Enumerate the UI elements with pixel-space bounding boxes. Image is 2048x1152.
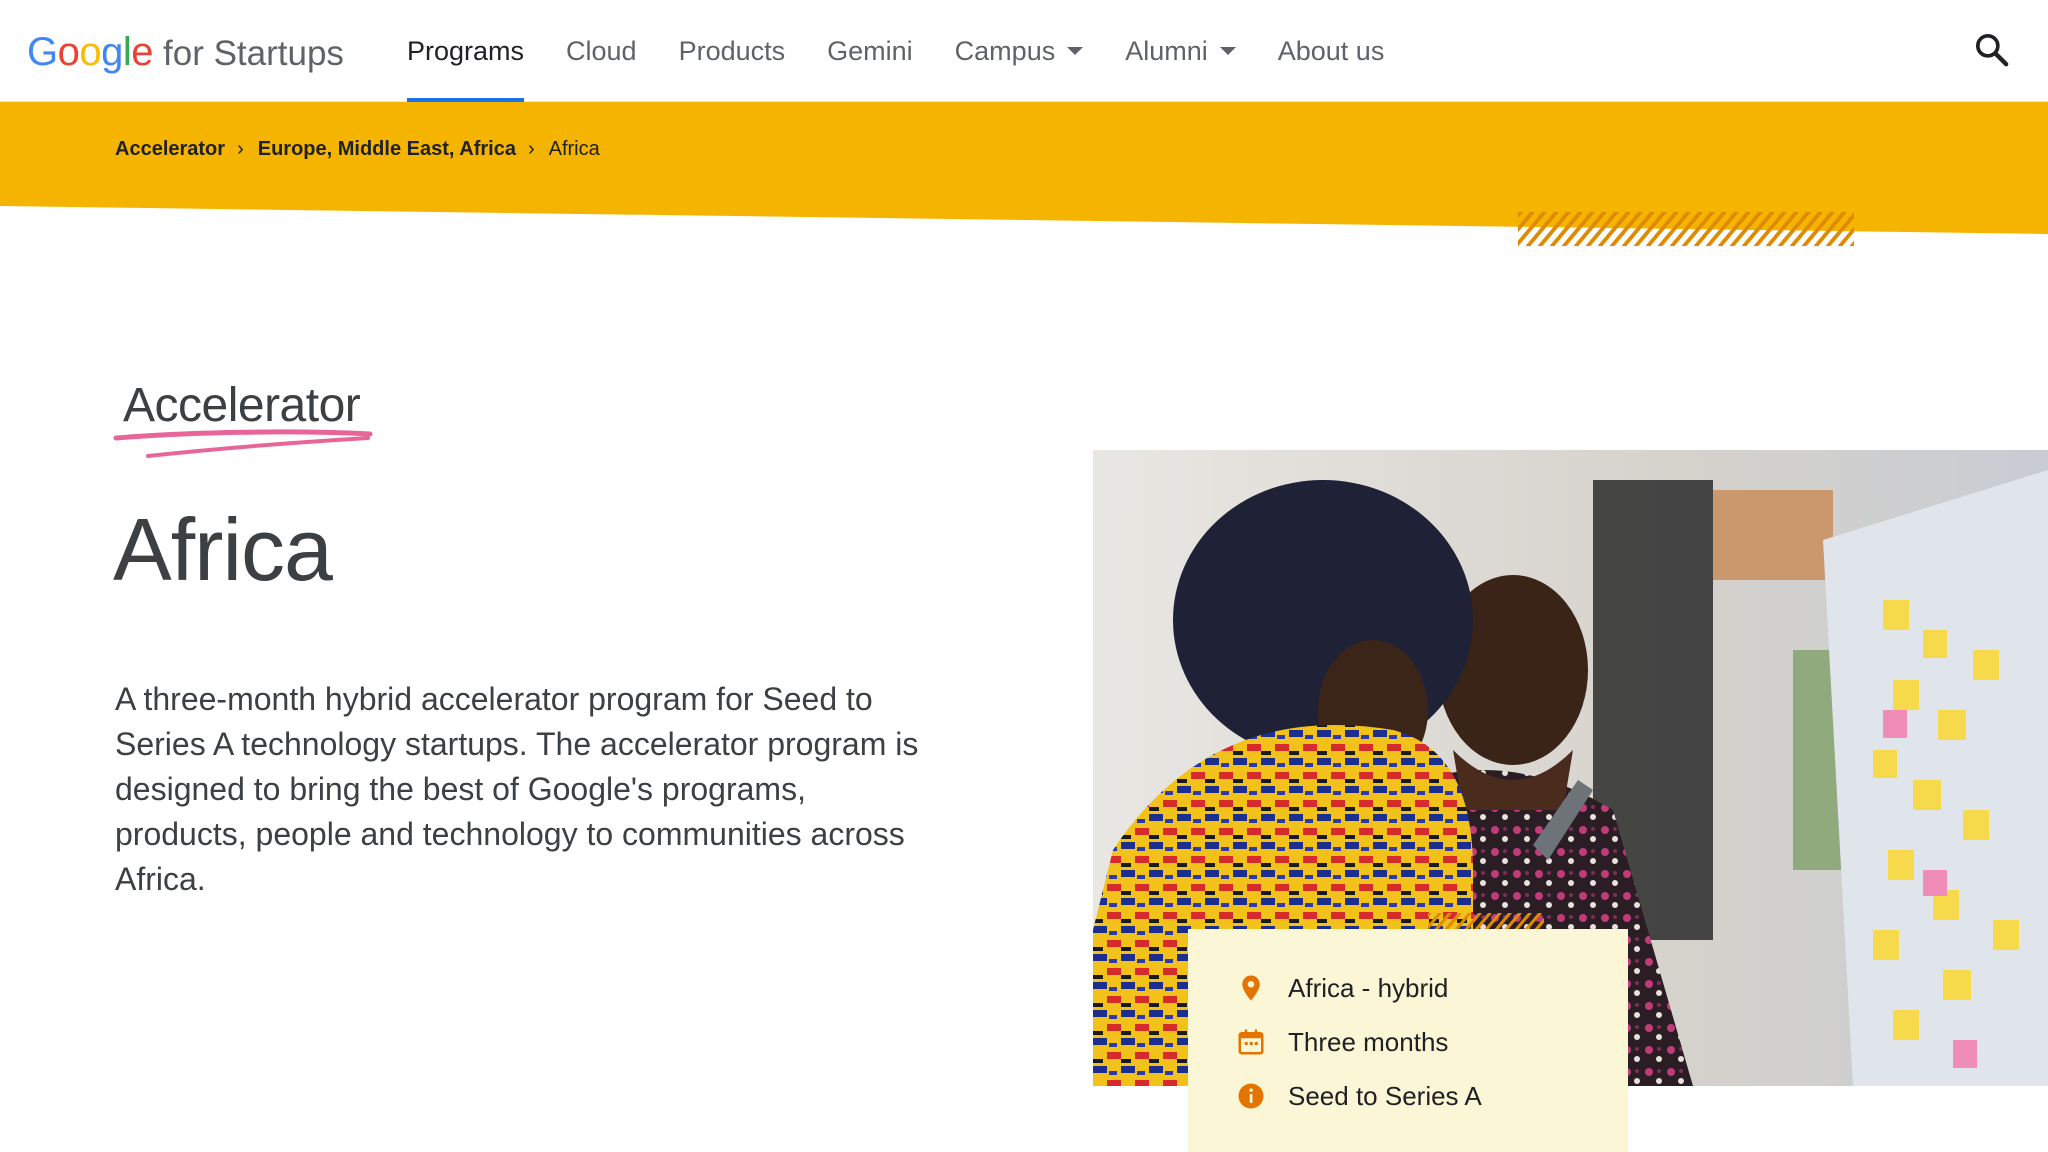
nav-item-products[interactable]: Products [658, 0, 807, 102]
chevron-right-icon: › [237, 138, 244, 160]
caret-down-icon [1219, 47, 1236, 55]
nav-item-label: Products [678, 35, 786, 66]
nav-item-programs[interactable]: Programs [386, 0, 545, 102]
google-wordmark: Google [27, 26, 154, 78]
nav-item-label: Campus [954, 35, 1056, 66]
search-button[interactable] [1972, 30, 2012, 70]
primary-nav: Programs Cloud Products Gemini Campus Al… [386, 0, 1405, 102]
program-info-card: Africa - hybrid Three months Seed to Ser… [1188, 929, 1628, 1152]
location-pin-icon [1242, 975, 1260, 1001]
breadcrumb-link-accelerator[interactable]: Accelerator [115, 138, 225, 161]
nav-item-label: Cloud [566, 35, 637, 66]
google-for-startups-logo[interactable]: Google for Startups [27, 26, 344, 78]
breadcrumb-link-emea[interactable]: Europe, Middle East, Africa [258, 138, 516, 161]
info-stage-text: Seed to Series A [1288, 1080, 1482, 1111]
logo-letter: o [79, 30, 102, 74]
info-row-stage: Seed to Series A [1188, 1069, 1628, 1123]
eyebrow-underline [113, 429, 373, 458]
chevron-right-icon: › [527, 138, 535, 160]
nav-item-cloud[interactable]: Cloud [545, 0, 658, 102]
nav-item-about-us[interactable]: About us [1257, 0, 1406, 102]
search-icon [1976, 34, 2009, 67]
logo-letter: o [57, 30, 80, 74]
logo-letter: e [131, 30, 154, 74]
info-location-text: Africa - hybrid [1288, 972, 1449, 1003]
breadcrumb-current: Africa [548, 138, 600, 160]
program-description: A three-month hybrid accelerator program… [115, 681, 919, 897]
logo-letter: l [122, 30, 132, 74]
nav-item-campus[interactable]: Campus [934, 0, 1105, 102]
page-title: Africa [113, 500, 333, 599]
breadcrumb: Accelerator › Europe, Middle East, Afric… [115, 138, 600, 161]
nav-item-label: Alumni [1125, 35, 1208, 66]
nav-item-label: Gemini [827, 35, 913, 66]
info-icon [1238, 1083, 1264, 1109]
decorative-stripes [1518, 212, 1854, 246]
top-navigation: Google for Startups Programs Cloud Produ… [0, 0, 2048, 102]
nav-item-label: Programs [407, 35, 525, 66]
info-duration-text: Three months [1288, 1026, 1449, 1057]
logo-letter: G [27, 30, 58, 74]
calendar-icon [1238, 1029, 1264, 1055]
nav-item-label: About us [1277, 35, 1385, 66]
logo-suffix: for Startups [163, 34, 344, 73]
logo-letter: g [101, 30, 123, 74]
nav-item-gemini[interactable]: Gemini [806, 0, 934, 102]
caret-down-icon [1067, 47, 1084, 55]
info-row-duration: Three months [1188, 1015, 1628, 1069]
section-eyebrow: Accelerator [123, 379, 361, 432]
info-row-location: Africa - hybrid [1188, 961, 1628, 1015]
nav-item-alumni[interactable]: Alumni [1104, 0, 1257, 102]
